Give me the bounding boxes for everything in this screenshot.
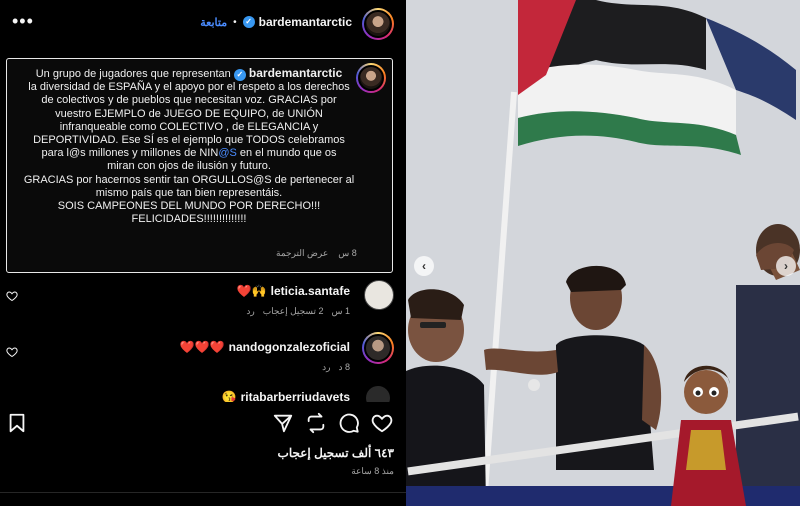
post-time-ago: منذ 8 ساعة: [351, 466, 394, 476]
post-sidebar: ••• متابعة • ✓ bardemantarctic Un grupo …: [0, 0, 406, 506]
post-header: ••• متابعة • ✓ bardemantarctic: [0, 0, 406, 46]
reply-button[interactable]: رد: [246, 306, 254, 317]
comment-text: ❤️🙌: [236, 284, 267, 298]
comment-item: ❤️🙌 leticia.santafe 1 س 2 تسجيل إعجاب رد: [0, 280, 406, 324]
next-image-button[interactable]: ›: [776, 256, 796, 276]
comment-username[interactable]: leticia.santafe: [271, 284, 350, 298]
comment-text: ❤️❤️❤️: [179, 340, 225, 354]
comment-like-icon[interactable]: [6, 290, 18, 302]
caption-username[interactable]: bardemantarctic: [249, 66, 342, 80]
comment-like-icon[interactable]: [6, 346, 18, 358]
caption-meta: 8 س عرض الترجمة: [276, 248, 357, 259]
comment-meta: 1 س 2 تسجيل إعجاب رد: [246, 306, 350, 317]
comment-meta: 8 د رد: [322, 362, 350, 373]
header-username[interactable]: bardemantarctic: [259, 15, 352, 29]
separator-dot: •: [233, 16, 237, 28]
previous-image-button[interactable]: ‹: [414, 256, 434, 276]
action-bar: [0, 408, 406, 438]
like-heart-icon[interactable]: [371, 412, 393, 434]
comment-icon[interactable]: [338, 412, 360, 434]
comment-avatar[interactable]: [364, 280, 394, 310]
caption-time: 8 س: [338, 248, 357, 258]
header-user: متابعة • ✓ bardemantarctic: [200, 15, 352, 29]
caption-avatar[interactable]: [356, 63, 386, 93]
caption-text: Un grupo de jugadores que representan ✓ …: [23, 66, 355, 226]
like-count[interactable]: ٦٤٣ ألف تسجيل إعجاب: [278, 446, 394, 460]
caption-mention[interactable]: @S: [218, 147, 237, 159]
header-avatar[interactable]: [362, 8, 394, 40]
comment-item: ❤️❤️❤️ nandogonzalezoficial 8 د رد: [0, 332, 406, 380]
add-comment-area[interactable]: [0, 492, 406, 506]
comment-username[interactable]: nandogonzalezoficial: [229, 340, 350, 354]
comment-time: 8 د: [338, 362, 350, 372]
photo-illustration: [406, 0, 800, 506]
verified-badge-icon: ✓: [233, 69, 246, 81]
repost-icon[interactable]: [305, 412, 327, 434]
comment-time: 1 س: [331, 306, 350, 316]
post-photo: ‹ ›: [406, 0, 800, 506]
caption-box: Un grupo de jugadores que representan ✓ …: [6, 58, 393, 273]
save-bookmark-icon[interactable]: [6, 412, 28, 434]
comment-likes[interactable]: 2 تسجيل إعجاب: [263, 306, 324, 317]
see-translation-link[interactable]: عرض الترجمة: [276, 248, 328, 259]
follow-button[interactable]: متابعة: [200, 16, 227, 29]
more-options-icon[interactable]: •••: [12, 12, 34, 30]
share-icon[interactable]: [272, 412, 294, 434]
comment-avatar[interactable]: [362, 332, 394, 364]
verified-badge-icon: ✓: [242, 16, 255, 28]
reply-button[interactable]: رد: [322, 362, 330, 373]
